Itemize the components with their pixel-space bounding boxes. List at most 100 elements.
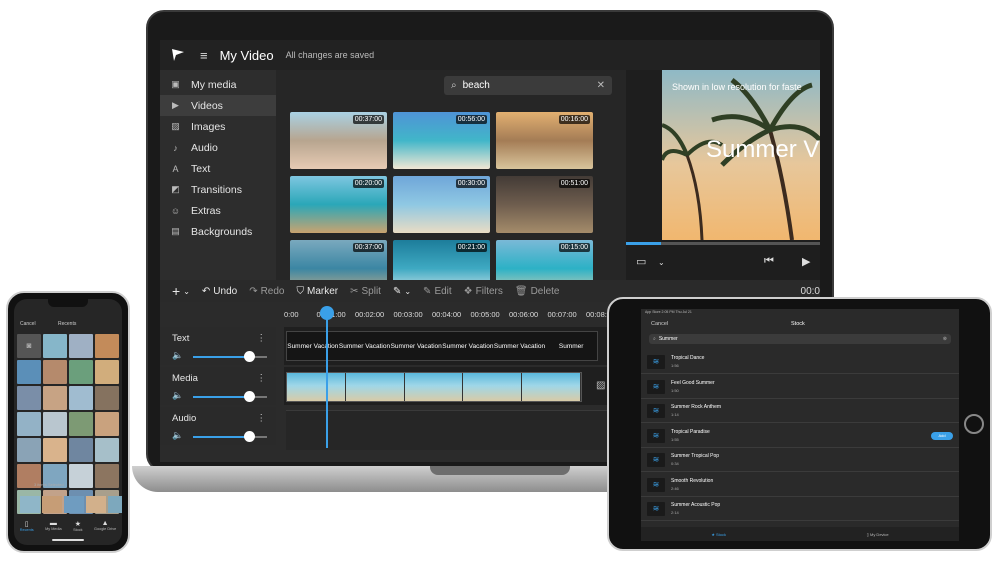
add-track-button[interactable]: Add xyxy=(931,431,953,440)
photo-thumbnail[interactable] xyxy=(69,412,93,436)
project-title[interactable]: My Video xyxy=(220,48,274,63)
sidebar-item-transitions[interactable]: ◩ Transitions xyxy=(160,179,276,200)
selected-thumbnail[interactable] xyxy=(20,496,40,513)
sidebar-item-my-media[interactable]: ▣ My media xyxy=(160,74,276,95)
video-thumbnail[interactable]: 00:20:00 xyxy=(290,176,387,233)
volume-slider-knob[interactable] xyxy=(244,431,255,442)
photo-thumbnail[interactable] xyxy=(95,438,119,462)
aspect-ratio-icon[interactable]: ▭ xyxy=(636,255,646,268)
sidebar-item-videos[interactable]: ▶ Videos xyxy=(160,95,276,116)
sidebar-item-text[interactable]: A Text xyxy=(160,158,276,179)
more-options-icon[interactable]: ⋮ xyxy=(257,333,267,344)
video-thumbnail[interactable]: 00:51:00 xyxy=(496,176,593,233)
photo-thumbnail[interactable] xyxy=(43,360,67,384)
photo-thumbnail[interactable] xyxy=(43,334,67,358)
volume-icon[interactable]: 🔈 xyxy=(172,390,183,401)
split-button[interactable]: ✂ Split xyxy=(350,286,381,297)
photo-thumbnail[interactable] xyxy=(17,360,41,384)
app-logo-icon[interactable] xyxy=(170,47,186,63)
tablet-home-button[interactable] xyxy=(964,414,984,434)
add-button[interactable]: + ⌄ xyxy=(172,283,190,299)
filters-button[interactable]: ❖ Filters xyxy=(464,286,503,297)
chevron-down-icon[interactable]: ⌄ xyxy=(658,258,665,267)
selected-thumbnail[interactable] xyxy=(64,496,84,513)
phone-cancel-button[interactable]: Cancel xyxy=(20,321,36,327)
menu-icon[interactable]: ≡ xyxy=(200,48,208,63)
play-icon[interactable]: ▶ xyxy=(802,255,810,268)
tablet-cancel-button[interactable]: Cancel xyxy=(651,321,668,327)
track-title: Feel Good Summer xyxy=(671,379,715,386)
volume-slider-track[interactable] xyxy=(253,356,267,358)
photo-thumbnail[interactable] xyxy=(17,412,41,436)
volume-slider-knob[interactable] xyxy=(244,391,255,402)
photo-thumbnail[interactable] xyxy=(43,386,67,410)
tablet-track-row[interactable]: ≋ Summer Tropical Pop 0:34 xyxy=(641,448,959,472)
phone-tab-recents[interactable]: ▯ Recents xyxy=(20,520,34,532)
photo-thumbnail[interactable] xyxy=(95,412,119,436)
media-clip[interactable] xyxy=(286,372,582,402)
pen-tool-button[interactable]: ✎ ⌄ xyxy=(393,286,411,297)
sidebar-item-backgrounds[interactable]: ▤ Backgrounds xyxy=(160,221,276,242)
text-clip[interactable]: Summer Vacation Summer Vacation Summer Vac… xyxy=(286,331,598,361)
video-thumbnail[interactable]: 00:37:00 xyxy=(290,112,387,169)
phone-tab-my-media[interactable]: ▬ My Media xyxy=(45,520,61,532)
photo-thumbnail[interactable] xyxy=(43,438,67,462)
camera-tile[interactable]: ◙ xyxy=(17,334,41,358)
sidebar-item-images[interactable]: ▨ Images xyxy=(160,116,276,137)
playhead[interactable] xyxy=(326,308,328,448)
sidebar-item-audio[interactable]: ♪ Audio xyxy=(160,137,276,158)
photo-thumbnail[interactable] xyxy=(95,360,119,384)
search-icon: ⌕ xyxy=(653,336,656,342)
more-options-icon[interactable]: ⋮ xyxy=(257,373,267,384)
volume-slider-track[interactable] xyxy=(253,396,267,398)
preview-frame[interactable]: Shown in low resolution for faste Summer… xyxy=(662,70,820,240)
volume-icon[interactable]: 🔈 xyxy=(172,350,183,361)
video-thumbnail[interactable]: 00:30:00 xyxy=(393,176,490,233)
text-clip-label: Summer xyxy=(558,342,584,350)
undo-button[interactable]: ↶ Undo xyxy=(202,286,237,297)
video-thumbnail[interactable]: 00:56:00 xyxy=(393,112,490,169)
tablet-tab-my-device[interactable]: ▯ My Device xyxy=(867,532,889,537)
edit-button[interactable]: ✎ Edit xyxy=(423,286,452,297)
preview-progress-bar[interactable] xyxy=(626,242,820,245)
video-thumbnail[interactable]: 00:16:00 xyxy=(496,112,593,169)
playhead-handle[interactable] xyxy=(320,306,334,320)
photo-thumbnail[interactable] xyxy=(69,438,93,462)
skip-back-icon[interactable]: ⏮ xyxy=(764,255,774,268)
clear-search-icon[interactable]: ✕ xyxy=(597,80,605,91)
tablet-track-row[interactable]: ≋ Summer Acoustic Pop 2:14 xyxy=(641,497,959,521)
delete-button[interactable]: 🗑 Delete xyxy=(515,286,560,297)
image-icon[interactable]: ▨ xyxy=(596,380,605,391)
sidebar-item-extras[interactable]: ☺ Extras xyxy=(160,200,276,221)
selected-thumbnail[interactable] xyxy=(108,496,122,513)
tablet-search-input[interactable]: ⌕ Summer ⊗ xyxy=(649,334,951,344)
tablet-track-row[interactable]: ≋ Summer Rock Anthem 1:14 xyxy=(641,399,959,423)
search-input[interactable]: ⌕ beach ✕ xyxy=(444,76,612,95)
marker-button[interactable]: ⛉ Marker xyxy=(296,286,338,297)
volume-slider-track[interactable] xyxy=(253,436,267,438)
volume-icon[interactable]: 🔈 xyxy=(172,430,183,441)
photo-thumbnail[interactable] xyxy=(17,386,41,410)
photo-thumbnail[interactable] xyxy=(69,334,93,358)
photo-thumbnail[interactable] xyxy=(17,438,41,462)
photo-thumbnail[interactable] xyxy=(69,360,93,384)
more-options-icon[interactable]: ⋮ xyxy=(257,413,267,424)
selected-thumbnail[interactable] xyxy=(86,496,106,513)
tablet-tab-stock[interactable]: ★ Stock xyxy=(711,532,726,537)
photo-thumbnail[interactable] xyxy=(95,386,119,410)
photo-thumbnail[interactable] xyxy=(69,386,93,410)
photo-thumbnail[interactable] xyxy=(69,464,93,488)
tablet-track-row[interactable]: ≋ Feel Good Summer 1:50 xyxy=(641,375,959,399)
redo-button[interactable]: ↷ Redo xyxy=(249,286,284,297)
photo-thumbnail[interactable] xyxy=(95,464,119,488)
volume-slider-knob[interactable] xyxy=(244,351,255,362)
selected-thumbnail[interactable] xyxy=(42,496,62,513)
photo-thumbnail[interactable] xyxy=(43,412,67,436)
phone-tab-stock[interactable]: ★ Stock xyxy=(73,520,83,532)
tablet-track-row[interactable]: ≋ Tropical Dance 1:56 xyxy=(641,350,959,374)
clear-search-icon[interactable]: ⊗ xyxy=(943,336,947,342)
tablet-track-row[interactable]: ≋ Tropical Paradise 1:55 Add xyxy=(641,424,959,448)
tablet-track-row[interactable]: ≋ Smooth Revolution 2:46 xyxy=(641,473,959,497)
photo-thumbnail[interactable] xyxy=(95,334,119,358)
phone-tab-google-drive[interactable]: ▲ Google Drive xyxy=(94,520,116,532)
